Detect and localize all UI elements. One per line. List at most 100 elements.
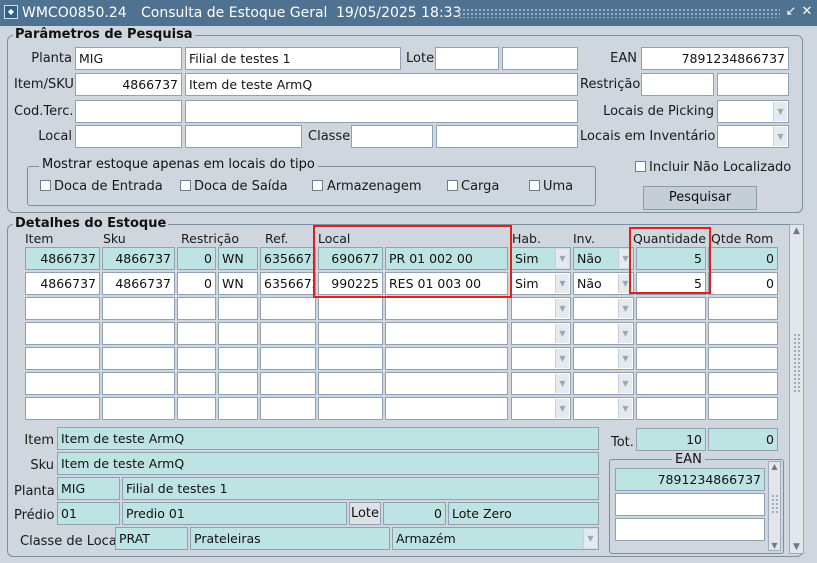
- empty-row-cell[interactable]: [708, 347, 778, 370]
- locais-picking-select[interactable]: ▼: [717, 100, 789, 123]
- empty-row-cell[interactable]: [177, 372, 216, 395]
- empty-row-cell[interactable]: [102, 322, 175, 345]
- empty-row-cell[interactable]: ▼: [573, 297, 634, 320]
- empty-row-cell[interactable]: [102, 397, 175, 420]
- row1-ref[interactable]: 63566721: [260, 247, 316, 270]
- empty-row-cell[interactable]: ▼: [511, 297, 571, 320]
- empty-row-cell[interactable]: [385, 397, 508, 420]
- restricao-field[interactable]: [641, 73, 714, 96]
- chevron-down-icon[interactable]: ▼: [618, 399, 632, 418]
- ean-field[interactable]: 7891234866737: [641, 47, 789, 70]
- chevron-down-icon[interactable]: ▼: [555, 374, 569, 393]
- empty-row-cell[interactable]: ▼: [573, 347, 634, 370]
- empty-row-cell[interactable]: [218, 347, 258, 370]
- empty-row-cell[interactable]: [318, 322, 383, 345]
- row1-sku[interactable]: 4866737: [102, 247, 175, 270]
- empty-row-cell[interactable]: [260, 347, 316, 370]
- chevron-down-icon[interactable]: ▼: [555, 349, 569, 368]
- empty-row-cell[interactable]: [318, 347, 383, 370]
- chevron-down-icon[interactable]: ▼: [583, 529, 597, 548]
- incluir-nao-localizado-checkbox[interactable]: [635, 161, 646, 175]
- chevron-down-icon[interactable]: ▼: [618, 299, 632, 318]
- empty-row-cell[interactable]: ▼: [511, 397, 571, 420]
- empty-row-cell[interactable]: ▼: [573, 397, 634, 420]
- ean-list-item-2[interactable]: [615, 493, 765, 516]
- empty-row-cell[interactable]: [385, 297, 508, 320]
- row2-restricao[interactable]: 0: [177, 272, 216, 295]
- close-icon[interactable]: ✕: [800, 3, 814, 21]
- grid-scrollbar[interactable]: ▲ ▼: [789, 224, 804, 554]
- empty-row-cell[interactable]: [636, 372, 706, 395]
- locais-inventario-select[interactable]: ▼: [717, 125, 789, 148]
- empty-row-cell[interactable]: [636, 397, 706, 420]
- empty-row-cell[interactable]: [260, 322, 316, 345]
- pesquisar-button[interactable]: Pesquisar: [643, 186, 757, 210]
- empty-row-cell[interactable]: [177, 397, 216, 420]
- codterc-name-field[interactable]: [185, 100, 578, 123]
- chevron-down-icon[interactable]: ▼: [555, 299, 569, 318]
- row2-qtde-rom[interactable]: 0: [708, 272, 778, 295]
- empty-row-cell[interactable]: [25, 347, 100, 370]
- detail-classe-type-select[interactable]: Armazém ▼: [392, 527, 599, 550]
- tipo-uma-checkbox[interactable]: [529, 180, 540, 194]
- empty-row-cell[interactable]: [636, 322, 706, 345]
- row1-item[interactable]: 4866737: [25, 247, 100, 270]
- row2-hab-select[interactable]: Sim ▼: [511, 272, 571, 295]
- lote-field-2[interactable]: [502, 47, 578, 70]
- row1-hab-select[interactable]: Sim ▼: [511, 247, 571, 270]
- classe-field-2[interactable]: [436, 125, 578, 148]
- codterc-field[interactable]: [75, 100, 182, 123]
- empty-row-cell[interactable]: [260, 372, 316, 395]
- scroll-down-icon[interactable]: ▼: [769, 541, 780, 550]
- chevron-down-icon[interactable]: ▼: [555, 249, 569, 268]
- empty-row-cell[interactable]: [218, 397, 258, 420]
- chevron-down-icon[interactable]: ▼: [773, 127, 787, 146]
- empty-row-cell[interactable]: ▼: [511, 347, 571, 370]
- chevron-down-icon[interactable]: ▼: [618, 374, 632, 393]
- empty-row-cell[interactable]: [318, 372, 383, 395]
- empty-row-cell[interactable]: [636, 297, 706, 320]
- planta-name-field[interactable]: Filial de testes 1: [185, 47, 401, 70]
- tipo-armazenagem-checkbox[interactable]: [312, 180, 323, 194]
- empty-row-cell[interactable]: [318, 397, 383, 420]
- ean-scrollbar[interactable]: ▲ ▼: [768, 461, 781, 551]
- empty-row-cell[interactable]: [25, 322, 100, 345]
- planta-code-field[interactable]: MIG: [75, 47, 182, 70]
- restricao-field-2[interactable]: [717, 73, 789, 96]
- tipo-doca-entrada-checkbox[interactable]: [40, 180, 51, 194]
- empty-row-cell[interactable]: [177, 322, 216, 345]
- empty-row-cell[interactable]: [260, 397, 316, 420]
- scroll-grip[interactable]: [771, 494, 779, 514]
- empty-row-cell[interactable]: [708, 397, 778, 420]
- item-name-field[interactable]: Item de teste ArmQ: [185, 73, 578, 96]
- empty-row-cell[interactable]: [102, 347, 175, 370]
- ean-list-item-3[interactable]: [615, 518, 765, 541]
- empty-row-cell[interactable]: [218, 322, 258, 345]
- empty-row-cell[interactable]: [25, 397, 100, 420]
- row1-restricao-code[interactable]: WN: [218, 247, 258, 270]
- local-field-2[interactable]: [185, 125, 302, 148]
- row1-qtde-rom[interactable]: 0: [708, 247, 778, 270]
- empty-row-cell[interactable]: [636, 347, 706, 370]
- scroll-grip[interactable]: [793, 333, 801, 393]
- row2-restricao-code[interactable]: WN: [218, 272, 258, 295]
- restore-icon[interactable]: ↙: [784, 3, 798, 21]
- tipo-doca-saida-checkbox[interactable]: [180, 180, 191, 194]
- chevron-down-icon[interactable]: ▼: [555, 324, 569, 343]
- local-field[interactable]: [75, 125, 182, 148]
- empty-row-cell[interactable]: [25, 372, 100, 395]
- chevron-down-icon[interactable]: ▼: [555, 274, 569, 293]
- empty-row-cell[interactable]: [218, 372, 258, 395]
- classe-field[interactable]: [351, 125, 433, 148]
- empty-row-cell[interactable]: [708, 297, 778, 320]
- lote-field[interactable]: [435, 47, 499, 70]
- scroll-up-icon[interactable]: ▲: [769, 462, 780, 471]
- empty-row-cell[interactable]: [102, 297, 175, 320]
- scroll-up-icon[interactable]: ▲: [790, 226, 803, 236]
- empty-row-cell[interactable]: [260, 297, 316, 320]
- row2-ref[interactable]: 63566721: [260, 272, 316, 295]
- empty-row-cell[interactable]: ▼: [573, 372, 634, 395]
- empty-row-cell[interactable]: [708, 372, 778, 395]
- chevron-down-icon[interactable]: ▼: [773, 102, 787, 121]
- row1-restricao[interactable]: 0: [177, 247, 216, 270]
